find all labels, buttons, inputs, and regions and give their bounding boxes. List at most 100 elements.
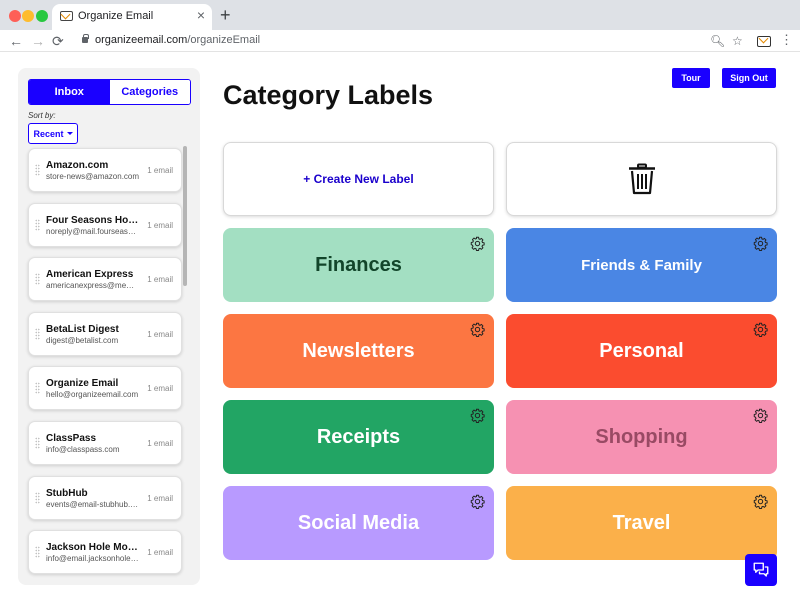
email-count: 1 email: [147, 493, 173, 503]
browser-tab[interactable]: Organize Email ×: [52, 4, 212, 30]
drag-handle-icon[interactable]: [35, 164, 40, 176]
category-name: Shopping: [595, 425, 688, 448]
sender-name: BetaList Digest: [46, 323, 119, 335]
address-bar: ← → ⟳ organizeemail.com/organizeEmail 🔍︎…: [0, 30, 800, 52]
category-tile[interactable]: Newsletters: [223, 314, 494, 388]
gear-icon[interactable]: [753, 408, 768, 423]
sidebar-scrollbar[interactable]: [183, 146, 187, 286]
category-tile[interactable]: Shopping: [506, 400, 777, 474]
category-name: Newsletters: [302, 339, 415, 362]
gear-icon[interactable]: [470, 494, 485, 509]
list-item[interactable]: Four Seasons Hotels noreply@mail.foursea…: [28, 202, 182, 247]
sender-address: events@email-stubhub.com: [46, 499, 140, 509]
lock-icon: [82, 34, 89, 43]
drag-handle-icon[interactable]: [35, 273, 40, 286]
sign-out-button[interactable]: Sign Out: [722, 68, 776, 88]
new-tab-button[interactable]: +: [220, 5, 231, 25]
sender-name: ClassPass: [46, 432, 97, 444]
category-tile[interactable]: Social Media: [223, 486, 494, 560]
list-item[interactable]: Organize Email hello@organizeemail.com 1…: [28, 366, 182, 411]
sender-address: info@email.jacksonhole.com: [46, 554, 140, 564]
category-tile[interactable]: Receipts: [223, 400, 494, 474]
category-name: Travel: [612, 511, 671, 534]
list-item[interactable]: Amazon.com store-news@amazon.com 1 email: [28, 148, 182, 192]
mail-favicon-icon: [60, 11, 73, 21]
chat-button[interactable]: [745, 554, 777, 586]
sender-name: Amazon.com: [46, 160, 109, 171]
browser-menu-icon[interactable]: ⋮: [780, 33, 793, 47]
url-text: organizeemail.com/organizeEmail: [95, 34, 260, 46]
back-arrow-icon[interactable]: ←: [9, 32, 23, 50]
mail-extension-icon[interactable]: [757, 36, 771, 47]
sender-name: Four Seasons Hotels: [46, 214, 140, 226]
url-input[interactable]: organizeemail.com/organizeEmail 🔍︎ ☆: [70, 31, 750, 51]
tab-inbox[interactable]: Inbox: [29, 80, 110, 104]
create-label-button[interactable]: + Create New Label: [223, 142, 494, 216]
drag-handle-icon[interactable]: [35, 327, 40, 340]
caret-down-icon: [66, 132, 73, 135]
category-tile[interactable]: Friends & Family: [506, 228, 777, 302]
gear-icon[interactable]: [470, 408, 485, 423]
zoom-icon[interactable]: 🔍︎: [710, 34, 725, 48]
page-title: Category Labels: [223, 80, 434, 110]
reload-icon[interactable]: ⟳: [52, 32, 64, 50]
list-item[interactable]: BetaList Digest digest@betalist.com 1 em…: [28, 311, 182, 356]
sender-address: info@classpass.com: [46, 444, 120, 454]
create-label-text: + Create New Label: [303, 172, 414, 186]
close-window-button[interactable]: [9, 10, 21, 22]
gear-icon[interactable]: [470, 322, 485, 337]
email-count: 1 email: [147, 384, 173, 394]
sender-name: StubHub: [46, 487, 88, 499]
view-toggle: Inbox Categories: [28, 79, 191, 105]
list-item[interactable]: ClassPass info@classpass.com 1 email: [28, 420, 182, 465]
gear-icon[interactable]: [753, 322, 768, 337]
category-tile[interactable]: Personal: [506, 314, 777, 388]
tab-categories[interactable]: Categories: [109, 80, 190, 104]
category-name: Personal: [599, 339, 684, 362]
category-name: Friends & Family: [581, 256, 702, 274]
tour-button[interactable]: Tour: [672, 68, 710, 88]
drag-handle-icon[interactable]: [35, 382, 40, 395]
url-path: /organizeEmail: [187, 34, 261, 46]
email-count: 1 email: [147, 329, 173, 339]
category-name: Finances: [315, 253, 402, 276]
sender-address: americanexpress@member.americanexpress.c…: [46, 281, 140, 291]
category-tile[interactable]: Travel: [506, 486, 777, 560]
sender-sidebar: Inbox Categories Sort by: Recent Amazon.…: [18, 68, 200, 585]
sender-name: Organize Email: [46, 378, 119, 390]
sort-value: Recent: [33, 128, 64, 139]
list-item[interactable]: StubHub events@email-stubhub.com 1 email: [28, 475, 182, 520]
list-item[interactable]: Jackson Hole Mountain Resort info@email.…: [28, 530, 182, 575]
sender-name: Jackson Hole Mountain Resort: [46, 542, 140, 554]
list-item[interactable]: American Express americanexpress@member.…: [28, 257, 182, 302]
gear-icon[interactable]: [470, 236, 485, 251]
category-tile[interactable]: Finances: [223, 228, 494, 302]
chat-bubbles-icon: [753, 562, 769, 577]
minimize-window-button[interactable]: [22, 10, 34, 22]
email-list: Amazon.com store-news@amazon.com 1 email…: [28, 148, 182, 585]
tab-close-icon[interactable]: ×: [197, 8, 205, 22]
email-count: 1 email: [147, 438, 173, 448]
trash-icon: [628, 163, 655, 195]
forward-arrow-icon[interactable]: →: [31, 32, 45, 50]
drag-handle-icon[interactable]: [35, 436, 40, 449]
sort-dropdown[interactable]: Recent: [28, 123, 78, 144]
browser-tab-bar: Organize Email × +: [0, 0, 800, 30]
sender-address: hello@organizeemail.com: [46, 390, 139, 400]
delete-drop-zone[interactable]: [506, 142, 777, 216]
sender-address: store-news@amazon.com: [46, 172, 140, 181]
url-host: organizeemail.com: [95, 34, 188, 46]
email-count: 1 email: [147, 220, 173, 230]
category-name: Social Media: [297, 511, 420, 534]
bookmark-star-icon[interactable]: ☆: [732, 34, 743, 48]
maximize-window-button[interactable]: [36, 10, 48, 22]
gear-icon[interactable]: [753, 494, 768, 509]
drag-handle-icon[interactable]: [35, 546, 40, 559]
sender-address: noreply@mail.fourseasons.com: [46, 226, 140, 236]
drag-handle-icon[interactable]: [35, 491, 40, 504]
drag-handle-icon[interactable]: [35, 218, 40, 231]
tab-title: Organize Email: [78, 10, 154, 22]
gear-icon[interactable]: [753, 236, 768, 251]
category-name: Receipts: [316, 425, 401, 448]
email-count: 1 email: [147, 275, 173, 285]
